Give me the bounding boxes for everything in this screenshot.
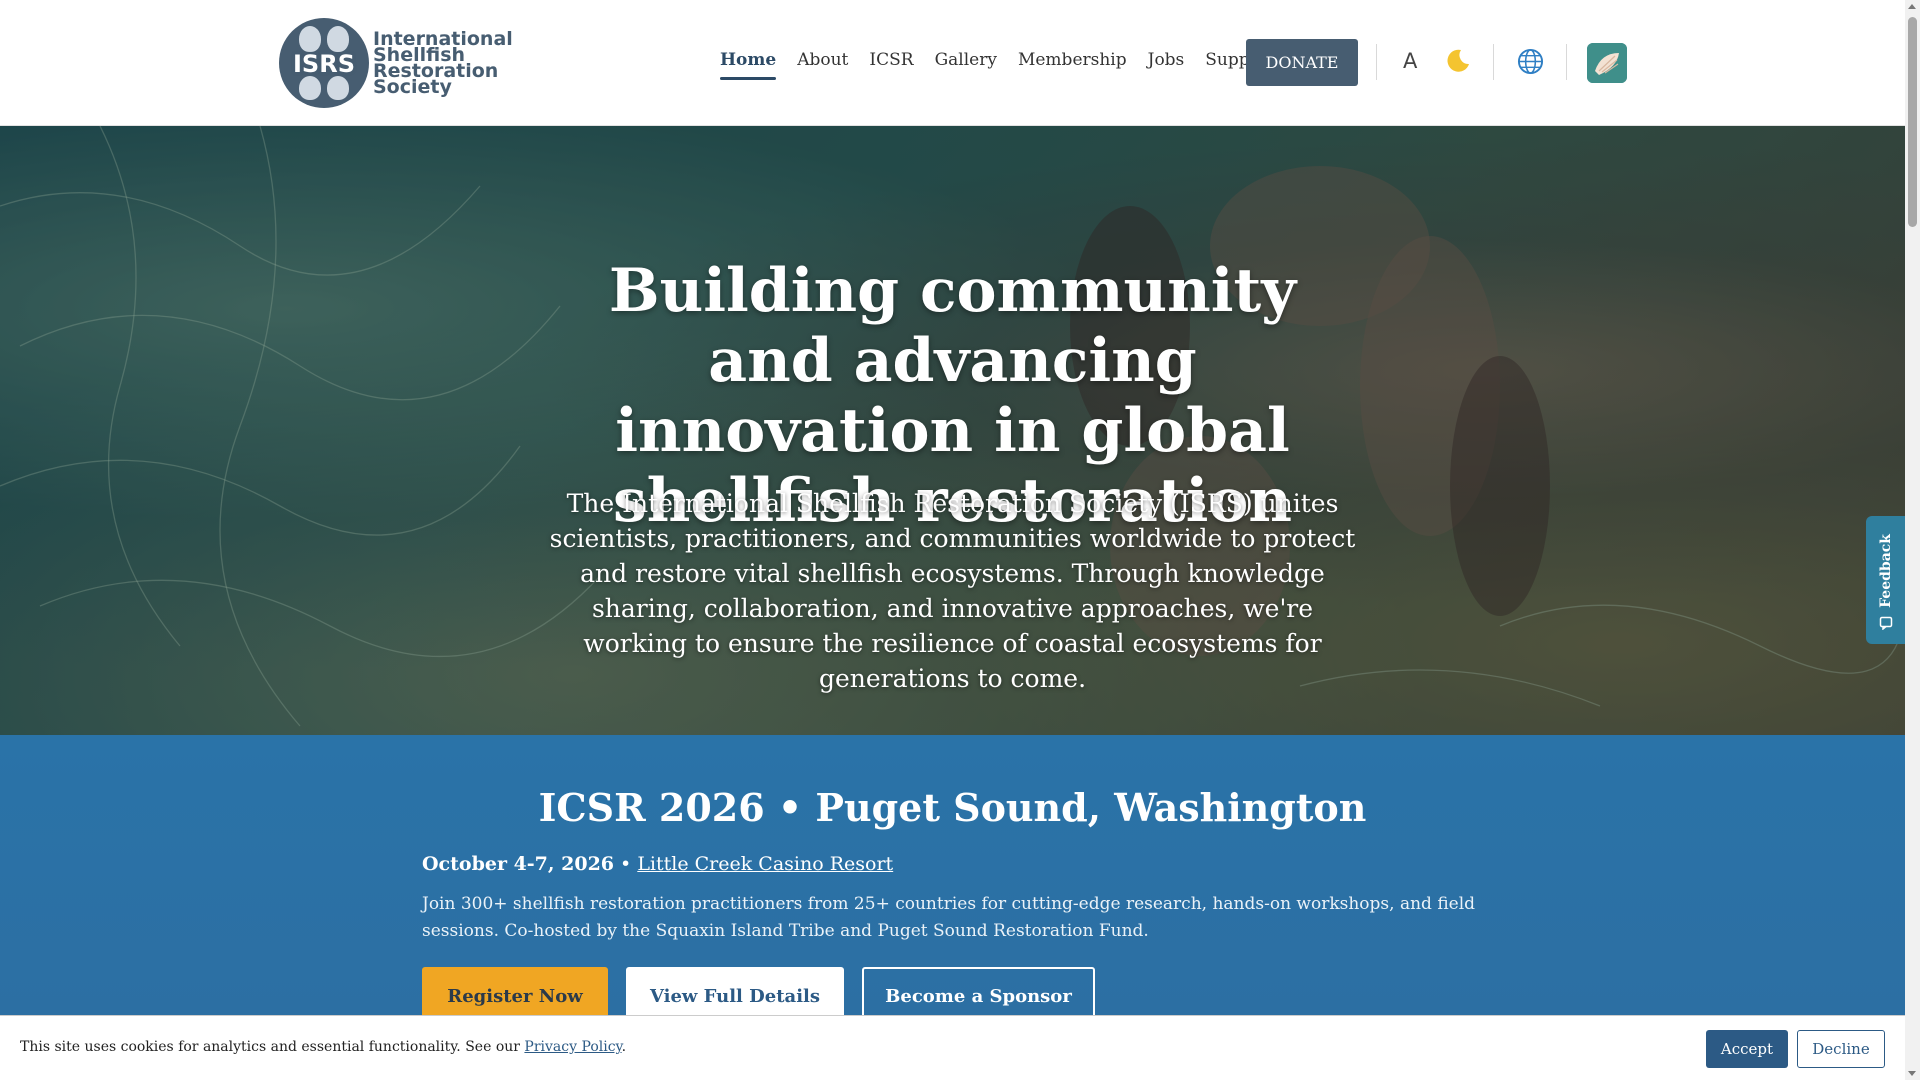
dark-mode-moon-icon[interactable] <box>1444 46 1472 74</box>
conference-description: Join 300+ shellfish restoration practiti… <box>422 894 1476 941</box>
cookie-banner: This site uses cookies for analytics and… <box>0 1015 1905 1080</box>
conference-dates: October 4-7, 2026 <box>422 853 615 875</box>
logo-shell-emblem: ISRS <box>279 18 369 108</box>
accept-cookies-button[interactable]: Accept <box>1706 1030 1788 1068</box>
conference-section: ICSR 2026 • Puget Sound, Washington Octo… <box>0 735 1905 1025</box>
page-scrollbar[interactable] <box>1905 0 1920 1080</box>
conference-title: ICSR 2026 • Puget Sound, Washington <box>538 785 1367 830</box>
hero-section: Building community and advancing innovat… <box>0 126 1905 735</box>
cookie-message: This site uses cookies for analytics and… <box>20 1039 627 1055</box>
scroll-down-arrow[interactable] <box>1908 1071 1916 1076</box>
decline-cookies-button[interactable]: Decline <box>1797 1030 1885 1068</box>
scroll-thumb[interactable] <box>1908 17 1917 227</box>
venue-link[interactable]: Little Creek Casino Resort <box>637 853 893 875</box>
main-nav: Home About ICSR Gallery Membership Jobs … <box>720 50 1296 80</box>
nav-gallery[interactable]: Gallery <box>935 50 997 76</box>
feedback-chat-icon <box>1879 616 1893 630</box>
feedback-tab[interactable]: Feedback <box>1866 516 1905 644</box>
donate-button[interactable]: DONATE <box>1246 39 1358 86</box>
hero-subtitle: The International Shellfish Restoration … <box>549 489 1356 693</box>
nav-divider <box>1566 44 1567 80</box>
site-header: ISRS International Shellfish Restoration… <box>0 0 1905 126</box>
scroll-up-arrow[interactable] <box>1908 4 1916 9</box>
nav-home[interactable]: Home <box>720 50 777 80</box>
isrs-logo[interactable]: ISRS International Shellfish Restoration… <box>279 18 513 108</box>
nav-icsr[interactable]: ICSR <box>869 50 913 76</box>
logo-acronym: ISRS <box>293 50 355 78</box>
feedback-label: Feedback <box>1878 534 1894 608</box>
privacy-policy-link[interactable]: Privacy Policy <box>524 1039 621 1055</box>
nav-jobs[interactable]: Jobs <box>1148 50 1185 76</box>
conference-dates-venue: October 4-7, 2026 • Little Creek Casino … <box>422 853 894 875</box>
nav-divider <box>1376 44 1377 80</box>
font-size-icon[interactable]: A <box>1403 49 1417 73</box>
logo-wordmark: International Shellfish Restoration Soci… <box>373 28 513 98</box>
shell-app-icon[interactable] <box>1587 43 1627 83</box>
nav-about[interactable]: About <box>797 50 848 76</box>
nav-divider <box>1493 44 1494 80</box>
language-globe-icon[interactable] <box>1517 48 1544 75</box>
nav-membership[interactable]: Membership <box>1018 50 1127 76</box>
